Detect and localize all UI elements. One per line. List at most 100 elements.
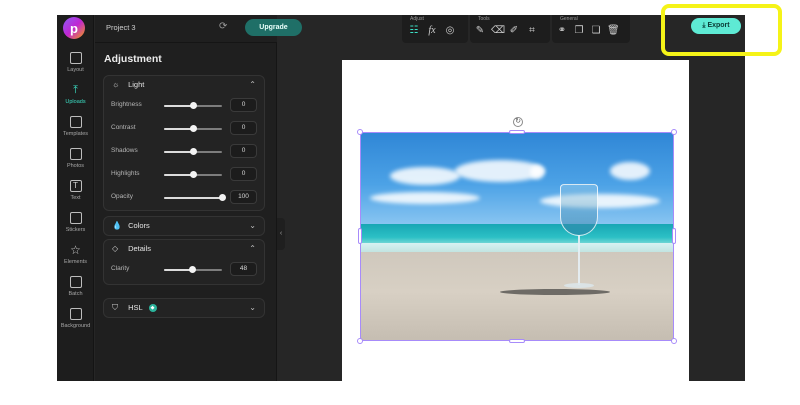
trash-icon[interactable]: 🗑 (607, 25, 620, 37)
photo-glass-foot (564, 283, 594, 288)
rail-item-layout[interactable]: Layout (57, 52, 94, 82)
rail-item-background[interactable]: Background (57, 308, 94, 338)
adjustment-panel: Adjustment ☼ Light ⌃ Brightness 0 Contra… (95, 43, 277, 381)
slider-name: Brightness (111, 101, 142, 108)
slider-name: Clarity (111, 265, 130, 272)
resize-handle-right[interactable] (672, 228, 676, 244)
shadows-value-input[interactable]: 0 (230, 144, 257, 158)
hsl-label: HSL (128, 303, 143, 312)
highlight-annotation (661, 4, 782, 56)
slider-row: Brightness 0 (104, 94, 264, 117)
slider-fill (164, 151, 193, 153)
light-section: ☼ Light ⌃ Brightness 0 Contrast 0 Shadow… (103, 75, 265, 211)
background-icon (69, 308, 82, 320)
rail-item-stickers[interactable]: Stickers (57, 212, 94, 242)
light-section-header[interactable]: ☼ Light ⌃ (104, 76, 264, 94)
crop-icon[interactable]: ⌗ (526, 25, 538, 37)
slider-row: Shadows 0 (104, 140, 264, 163)
slider-thumb[interactable] (190, 125, 197, 132)
adjust-icon[interactable]: ☷ (408, 25, 420, 37)
photo-glass-stem (578, 235, 580, 285)
slider-fill (164, 197, 222, 199)
toolbar-group-title: Tools (478, 16, 490, 22)
link-icon[interactable]: ⚭ (556, 25, 568, 37)
rail-item-uploads[interactable]: ⤒ Uploads (57, 84, 94, 114)
layers-icon[interactable]: ❐ (573, 25, 585, 37)
sticker-icon (69, 212, 82, 224)
opacity-slider[interactable] (164, 194, 226, 201)
slider-fill (164, 269, 192, 271)
rail-item-label: Uploads (65, 99, 86, 105)
highlights-slider[interactable] (164, 171, 222, 178)
toolbar-group-title: General (560, 16, 578, 22)
upgrade-button[interactable]: Upgrade (245, 19, 302, 36)
rotate-icon[interactable]: ↻ (513, 117, 523, 127)
eraser-icon[interactable]: ⌫ (491, 25, 505, 37)
duplicate-icon[interactable]: ❏ (590, 25, 602, 37)
layout-icon (69, 52, 82, 64)
panel-title: Adjustment (104, 53, 162, 65)
hsl-section-header[interactable]: ⛉ HSL ◆ ⌄ (104, 299, 264, 317)
upgrade-label: Upgrade (259, 24, 288, 31)
premium-badge-icon: ◆ (148, 304, 157, 313)
shield-icon: ⛉ (112, 303, 118, 312)
slider-thumb[interactable] (188, 266, 196, 273)
clarity-value-input[interactable]: 48 (230, 262, 257, 276)
photo-sand (360, 252, 674, 341)
contrast-slider[interactable] (164, 125, 222, 132)
text-icon: T (69, 180, 82, 192)
slider-thumb[interactable] (219, 194, 226, 201)
project-name[interactable]: Project 3 (106, 23, 136, 32)
rail-item-label: Stickers (65, 227, 86, 233)
resize-handle-bottom-left[interactable] (357, 338, 363, 344)
resize-handle-bottom[interactable] (509, 339, 525, 343)
star-icon: ☆ (70, 243, 81, 257)
slider-fill (164, 128, 193, 130)
brightness-value-input[interactable]: 0 (230, 98, 257, 112)
photo-cloud (610, 162, 650, 180)
resize-handle-top[interactable] (509, 130, 525, 134)
contrast-value-input[interactable]: 0 (230, 121, 257, 135)
rail-item-batch[interactable]: Batch (57, 276, 94, 306)
resize-handle-left[interactable] (358, 228, 362, 244)
filter-icon[interactable]: ◎ (444, 25, 456, 37)
clarity-slider[interactable] (164, 266, 222, 273)
collapse-panel-button[interactable]: ‹ (277, 218, 285, 250)
resize-handle-bottom-right[interactable] (671, 338, 677, 344)
slider-row: Clarity 48 (104, 258, 264, 281)
image-icon (69, 148, 82, 160)
details-section-header[interactable]: ◇ Details ⌃ (104, 240, 264, 258)
shadows-slider[interactable] (164, 148, 222, 155)
photo-cloud (540, 194, 660, 208)
opacity-value-input[interactable]: 100 (230, 190, 257, 204)
photo-glass-shadow (500, 289, 610, 295)
design-canvas[interactable]: ↻ (342, 60, 689, 381)
rail-item-templates[interactable]: Templates (57, 116, 94, 146)
slider-thumb[interactable] (190, 148, 197, 155)
slider-name: Contrast (111, 124, 136, 131)
colors-section-header[interactable]: 💧 Colors ⌄ (104, 217, 264, 235)
highlights-value-input[interactable]: 0 (230, 167, 257, 181)
rail-item-label: Background (60, 323, 91, 329)
brush-icon[interactable]: ✐ (508, 25, 520, 37)
slider-fill (164, 105, 193, 107)
upload-icon: ⤒ (73, 84, 78, 96)
beach-photo[interactable] (360, 132, 674, 341)
slider-thumb[interactable] (190, 102, 197, 109)
slider-fill (164, 174, 193, 176)
effects-icon[interactable]: fx (426, 25, 438, 37)
slider-thumb[interactable] (190, 171, 197, 178)
brightness-slider[interactable] (164, 102, 222, 109)
resize-handle-top-right[interactable] (671, 129, 677, 135)
sync-icon[interactable]: ⟳ (219, 21, 227, 32)
resize-handle-top-left[interactable] (357, 129, 363, 135)
sun-icon: ☼ (112, 80, 120, 89)
rail-item-elements[interactable]: ☆ Elements (57, 244, 94, 274)
colors-section[interactable]: 💧 Colors ⌄ (103, 216, 265, 236)
hsl-section[interactable]: ⛉ HSL ◆ ⌄ (103, 298, 265, 318)
app-logo[interactable]: p (63, 17, 85, 39)
retouch-icon[interactable]: ✎ (474, 25, 486, 37)
rail-item-photos[interactable]: Photos (57, 148, 94, 178)
rail-item-text[interactable]: T Text (57, 180, 94, 210)
diamond-icon: ◇ (112, 244, 119, 253)
